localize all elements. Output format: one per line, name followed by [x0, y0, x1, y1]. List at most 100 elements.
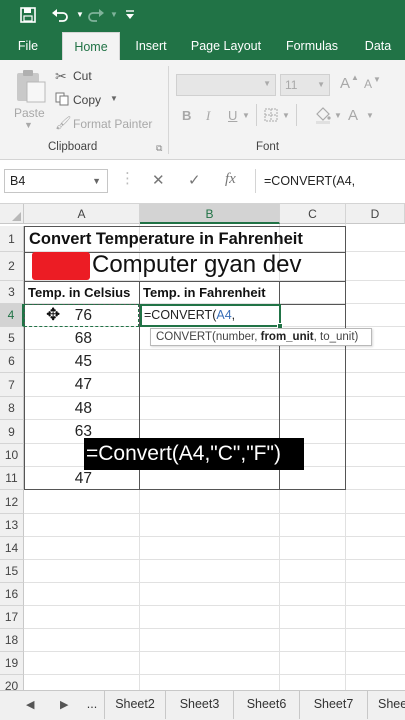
cancel-icon[interactable]: ✕	[152, 171, 165, 189]
font-color-dropdown-icon[interactable]: ▼	[366, 111, 374, 120]
row-header-17[interactable]: 17	[0, 606, 24, 629]
gridline	[24, 559, 405, 560]
tab-formulas[interactable]: Formulas	[280, 30, 344, 60]
borders-dropdown-icon[interactable]: ▼	[282, 111, 290, 120]
copy-marquee	[24, 304, 139, 327]
cell-celsius-value[interactable]: 47	[30, 373, 92, 396]
format-painter-button[interactable]: Format Painter	[73, 117, 152, 131]
font-size-select[interactable]: 11 ▼	[280, 74, 330, 96]
cell-celsius-value[interactable]: 68	[30, 327, 92, 350]
cell-a3-header[interactable]: Temp. in Celsius	[28, 282, 130, 304]
gridline	[24, 605, 405, 606]
row-header-12[interactable]: 12	[0, 490, 24, 514]
font-size-value: 11	[285, 78, 298, 92]
sheet-tab-sheet2[interactable]: Sheet2	[104, 691, 166, 719]
gridline	[24, 628, 405, 629]
paste-dropdown-icon[interactable]: ▼	[24, 120, 33, 130]
cut-button[interactable]: Cut	[73, 69, 92, 83]
tab-home[interactable]: Home	[62, 32, 120, 60]
sheet-tab-sheet7[interactable]: Sheet7	[300, 691, 368, 719]
row-header-9[interactable]: 9	[0, 420, 24, 444]
insert-function-icon[interactable]: fx	[225, 171, 236, 188]
row-header-1[interactable]: 1	[0, 226, 24, 252]
customize-qat-icon[interactable]	[118, 3, 142, 31]
underline-dropdown-icon[interactable]: ▼	[242, 111, 250, 120]
paste-button[interactable]: Paste	[14, 106, 45, 120]
cell-b3-header[interactable]: Temp. in Fahrenheit	[143, 282, 266, 304]
fill-color-dropdown-icon[interactable]: ▼	[334, 111, 342, 120]
tab-page-layout[interactable]: Page Layout	[186, 30, 266, 60]
formula-suffix: ,	[231, 308, 236, 322]
sheet-tab-more[interactable]: ...	[80, 691, 104, 719]
italic-button[interactable]: I	[206, 108, 210, 124]
row-header-8[interactable]: 8	[0, 397, 24, 420]
row-header-3[interactable]: 3	[0, 281, 24, 304]
row-header-16[interactable]: 16	[0, 583, 24, 606]
row-header-13[interactable]: 13	[0, 514, 24, 537]
cell-b4-editing[interactable]: =CONVERT(A4,	[140, 304, 281, 327]
cell-celsius-value[interactable]: 47	[30, 467, 92, 490]
grow-font-button[interactable]: A	[340, 75, 350, 92]
font-color-button[interactable]: A	[348, 107, 358, 124]
cell-celsius-value[interactable]: 6	[30, 444, 92, 467]
overlay-caption: =Convert(A4,"C","F")	[84, 438, 304, 470]
format-painter-icon[interactable]: 🖌	[55, 115, 72, 131]
formula-input[interactable]: =CONVERT(A4,	[255, 169, 405, 193]
gridline	[24, 536, 405, 537]
cell-celsius-value[interactable]: 63	[30, 420, 92, 443]
copy-button[interactable]: Copy	[73, 93, 101, 107]
column-header-d[interactable]: D	[346, 204, 405, 224]
ribbon-separator	[296, 104, 297, 126]
fill-color-icon[interactable]	[314, 106, 332, 129]
row-header-19[interactable]: 19	[0, 652, 24, 675]
sheet-tab-sheet3[interactable]: Sheet3	[166, 691, 234, 719]
row-header-11[interactable]: 11	[0, 467, 24, 490]
font-group-label: Font	[256, 141, 280, 153]
column-header-a[interactable]: A	[24, 204, 140, 224]
name-box[interactable]: B4 ▼	[4, 169, 108, 193]
cut-icon[interactable]: ✂	[55, 68, 67, 85]
tooltip-current-arg: from_unit	[260, 331, 314, 343]
row-header-14[interactable]: 14	[0, 537, 24, 560]
gridline	[24, 651, 405, 652]
row-header-10[interactable]: 10	[0, 444, 24, 467]
row-header-5[interactable]: 5	[0, 327, 24, 350]
row-header-18[interactable]: 18	[0, 629, 24, 652]
sheet-tab-partial[interactable]: Shee	[368, 691, 405, 719]
shrink-font-button[interactable]: A	[364, 77, 372, 91]
title-bar: ▼ ▼	[0, 0, 405, 30]
cell-a1-title[interactable]: Convert Temperature in Fahrenheit	[26, 226, 346, 252]
cell-celsius-value[interactable]: 45	[30, 350, 92, 373]
row-header-2[interactable]: 2	[0, 252, 24, 281]
borders-icon[interactable]	[264, 108, 278, 127]
underline-button[interactable]: U	[228, 108, 237, 123]
clipboard-launcher-icon[interactable]: ⧉	[156, 143, 162, 154]
row-header-4[interactable]: 4	[0, 304, 24, 327]
row-header-6[interactable]: 6	[0, 350, 24, 373]
sheet-prev-icon[interactable]: ◀	[26, 695, 34, 715]
font-name-select[interactable]: ▼	[176, 74, 276, 96]
row-header-7[interactable]: 7	[0, 373, 24, 397]
copy-dropdown-icon[interactable]: ▼	[110, 94, 118, 103]
tab-data[interactable]: Data	[358, 30, 398, 60]
row-header-15[interactable]: 15	[0, 560, 24, 583]
formula-prefix: =CONVERT(	[144, 308, 217, 322]
column-header-b[interactable]: B	[140, 204, 280, 224]
select-all-corner[interactable]	[0, 204, 24, 224]
function-tooltip[interactable]: CONVERT(number, from_unit, to_unit)	[150, 328, 372, 346]
cell-celsius-value[interactable]: 48	[30, 397, 92, 420]
save-icon[interactable]	[16, 3, 40, 29]
cell-a2-subtitle[interactable]: Computer gyan dev	[92, 250, 301, 280]
enter-icon[interactable]: ✓	[188, 171, 201, 189]
bold-button[interactable]: B	[182, 108, 191, 123]
sheet-tab-bar: ◀ ▶ ... Sheet2 Sheet3 Sheet6 Sheet7 Shee	[0, 690, 405, 720]
tab-file[interactable]: File	[8, 30, 48, 60]
copy-icon[interactable]	[55, 92, 69, 111]
chevron-down-icon[interactable]: ▼	[92, 170, 101, 192]
sheet-next-icon[interactable]: ▶	[60, 695, 68, 715]
sheet-tab-sheet6[interactable]: Sheet6	[234, 691, 300, 719]
cell-cursor-icon: ✥	[46, 305, 61, 324]
tab-insert[interactable]: Insert	[128, 30, 174, 60]
column-header-c[interactable]: C	[280, 204, 346, 224]
paste-icon[interactable]	[14, 68, 48, 109]
